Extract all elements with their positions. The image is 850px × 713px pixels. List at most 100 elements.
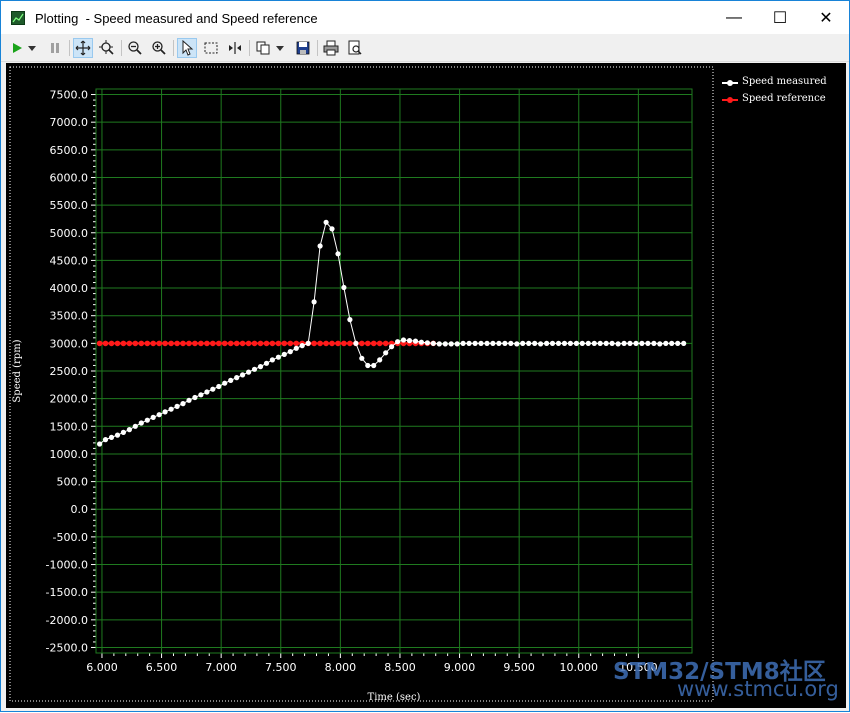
data-point-measured bbox=[353, 340, 359, 346]
maximize-button[interactable]: ☐ bbox=[757, 1, 803, 34]
speed-chart[interactable]: 6.000 6.500 7.000 7.500 8.000 8.500 9.000 9.500… bbox=[6, 63, 846, 708]
data-point-reference bbox=[275, 340, 282, 347]
data-point-measured bbox=[412, 338, 419, 344]
data-point-reference bbox=[311, 340, 317, 347]
pause-icon bbox=[51, 43, 59, 53]
data-point-measured bbox=[544, 340, 550, 346]
select-pointer-button[interactable] bbox=[177, 38, 197, 58]
data-point-reference bbox=[263, 340, 270, 347]
outer-frame bbox=[9, 66, 714, 702]
data-point-measured bbox=[395, 339, 401, 345]
data-point-measured bbox=[502, 340, 508, 346]
data-point-reference bbox=[376, 340, 383, 347]
data-point-measured bbox=[293, 345, 299, 351]
print-preview-button[interactable] bbox=[345, 38, 365, 58]
data-point-measured bbox=[585, 340, 591, 346]
data-point-measured bbox=[639, 340, 645, 346]
plot-area[interactable]: 6.000 6.500 7.000 7.500 8.000 8.500 9.000 9.500… bbox=[6, 63, 846, 708]
copy-button[interactable] bbox=[253, 38, 273, 58]
data-point-reference bbox=[198, 340, 204, 347]
y-tick-label: 1000.0 bbox=[50, 448, 89, 461]
data-point-reference bbox=[96, 340, 103, 347]
x-axis-label: Time (sec) bbox=[368, 692, 421, 703]
data-point-reference bbox=[186, 340, 192, 347]
toolbar-separator bbox=[173, 40, 174, 56]
x-tick-label: 10.000 bbox=[560, 661, 599, 674]
data-point-measured bbox=[329, 226, 335, 232]
toolbar bbox=[1, 35, 849, 62]
data-point-reference bbox=[329, 340, 335, 347]
maximize-icon: ☐ bbox=[772, 9, 788, 27]
y-tick-label: 1500.0 bbox=[50, 420, 89, 433]
data-point-measured bbox=[311, 299, 317, 305]
data-point-reference bbox=[120, 340, 127, 347]
data-point-reference bbox=[192, 340, 198, 347]
data-point-reference bbox=[102, 340, 109, 347]
save-button[interactable] bbox=[293, 38, 313, 58]
data-point-measured bbox=[663, 340, 669, 346]
data-point-reference bbox=[382, 340, 389, 347]
pan-button[interactable] bbox=[73, 38, 93, 58]
close-button[interactable]: ✕ bbox=[803, 1, 849, 34]
data-point-measured bbox=[383, 350, 389, 356]
y-tick-label: 5000.0 bbox=[50, 227, 89, 240]
play-dropdown-button[interactable] bbox=[25, 38, 39, 58]
title-bar[interactable]: Plotting - Speed measured and Speed refe… bbox=[1, 1, 849, 34]
zoom-fit-button[interactable] bbox=[97, 38, 117, 58]
data-point-reference bbox=[269, 340, 276, 347]
select-rect-button[interactable] bbox=[201, 38, 221, 58]
data-point-reference bbox=[126, 340, 133, 347]
zoom-in-button[interactable] bbox=[149, 38, 169, 58]
copy-dropdown-button[interactable] bbox=[273, 38, 287, 58]
toolbar-separator bbox=[69, 40, 70, 56]
data-point-measured bbox=[436, 341, 442, 347]
data-point-measured bbox=[341, 284, 347, 291]
play-button[interactable] bbox=[7, 38, 27, 58]
minimize-button[interactable]: — bbox=[711, 1, 757, 34]
data-point-reference bbox=[204, 340, 210, 347]
legend-label-reference: Speed reference bbox=[742, 93, 826, 104]
data-point-measured bbox=[675, 340, 681, 346]
data-point-measured bbox=[627, 340, 633, 346]
data-point-measured bbox=[138, 420, 144, 426]
data-point-measured bbox=[591, 340, 597, 346]
y-tick-label: 500.0 bbox=[57, 476, 89, 489]
y-tick-label: -500.0 bbox=[53, 531, 88, 544]
data-point-measured bbox=[251, 366, 258, 372]
y-axis-label: Speed (rpm) bbox=[12, 339, 23, 402]
data-point-reference bbox=[317, 340, 323, 347]
print-button[interactable] bbox=[321, 38, 341, 58]
data-point-measured bbox=[305, 340, 311, 346]
data-point-reference bbox=[370, 340, 377, 347]
cursor-measure-button[interactable] bbox=[225, 38, 245, 58]
data-point-measured bbox=[484, 340, 490, 346]
zoom-out-button[interactable] bbox=[125, 38, 145, 58]
data-point-reference bbox=[132, 340, 139, 347]
zoom-in-icon bbox=[152, 41, 166, 55]
data-point-measured bbox=[430, 340, 436, 346]
y-tick-label: 2500.0 bbox=[50, 365, 89, 378]
data-point-measured bbox=[377, 357, 383, 363]
y-tick-label: 3500.0 bbox=[50, 310, 89, 323]
data-point-measured bbox=[180, 401, 186, 407]
data-point-measured bbox=[609, 340, 615, 346]
pause-button[interactable] bbox=[45, 38, 65, 58]
data-point-measured bbox=[216, 383, 222, 390]
y-tick-label: -1000.0 bbox=[46, 559, 88, 572]
data-point-reference bbox=[180, 340, 186, 347]
data-point-measured bbox=[120, 429, 126, 435]
data-point-reference bbox=[281, 340, 288, 347]
save-icon bbox=[296, 41, 310, 55]
data-point-measured bbox=[335, 251, 341, 257]
data-point-measured bbox=[508, 340, 514, 346]
data-point-measured bbox=[549, 340, 556, 346]
app-chart-icon bbox=[11, 11, 25, 25]
series-line-measured bbox=[99, 221, 684, 445]
data-point-measured bbox=[299, 343, 305, 349]
data-point-measured bbox=[102, 437, 109, 443]
y-tick-label: 7500.0 bbox=[50, 89, 89, 102]
data-point-measured bbox=[126, 427, 132, 433]
data-point-reference bbox=[144, 340, 151, 347]
watermark-url: www.stmcu.org bbox=[677, 677, 839, 701]
data-point-reference bbox=[245, 340, 252, 347]
